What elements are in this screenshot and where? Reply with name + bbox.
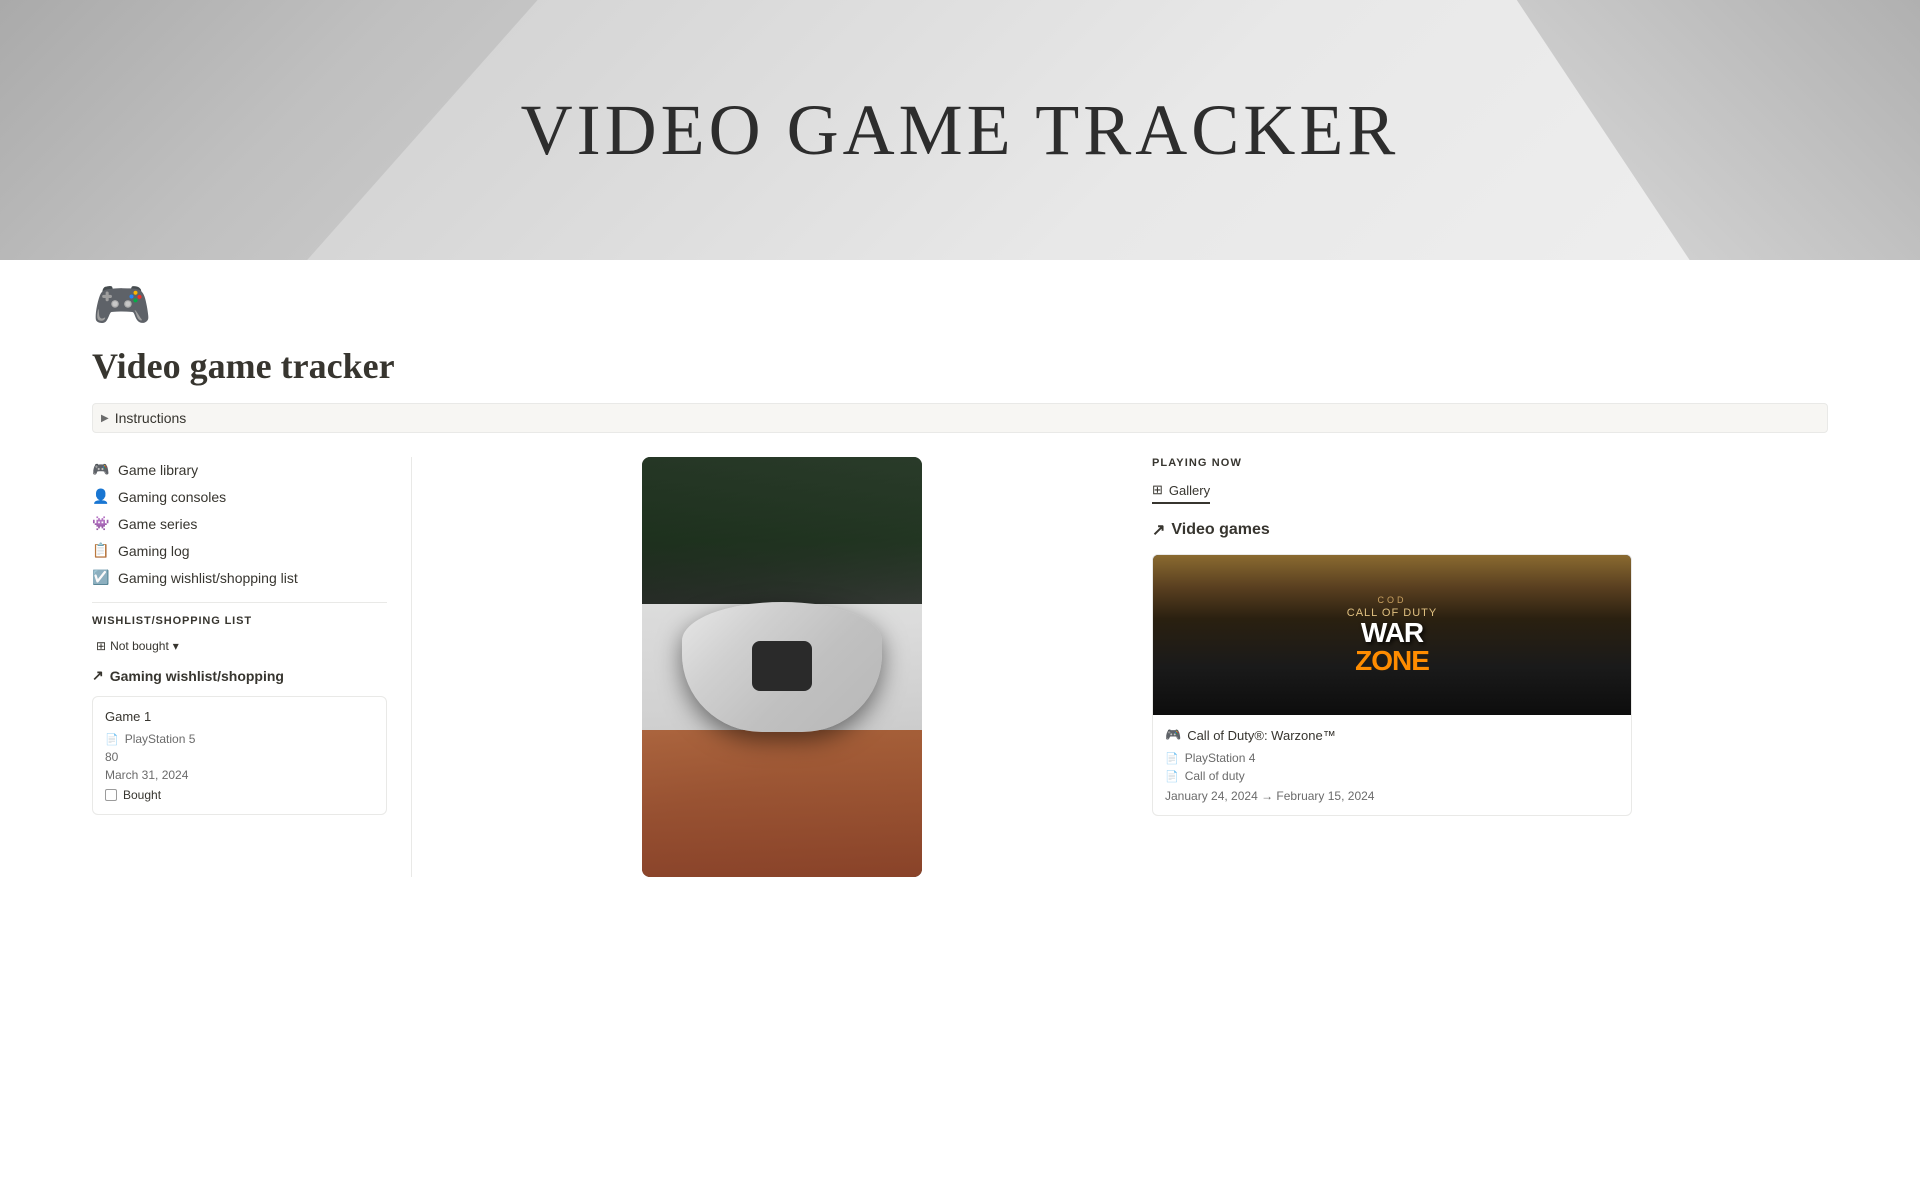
game-series: Call of duty xyxy=(1185,769,1245,783)
game-name-row: 🎮 Call of Duty®: Warzone™ xyxy=(1165,727,1619,743)
nav-label-game-library: Game library xyxy=(118,462,198,478)
warzone-title-text: COD CALL OF DUTY WAR ZONE xyxy=(1347,595,1437,675)
table-surface xyxy=(642,730,922,877)
game-name: Call of Duty®: Warzone™ xyxy=(1187,728,1336,743)
gaming-wishlist-icon: ☑️ xyxy=(92,569,110,586)
filter-chevron-icon: ▾ xyxy=(173,639,179,653)
hero-title: VIDEO GAME TRACKER xyxy=(521,89,1400,172)
wishlist-section: WISHLIST/SHOPPING LIST ⊞ Not bought ▾ ↗ … xyxy=(92,615,387,815)
zone-label: ZONE xyxy=(1347,647,1437,675)
page-icon: 🎮 xyxy=(92,276,152,333)
card-platform-value: PlayStation 5 xyxy=(125,732,196,746)
gallery-card-body: 🎮 Call of Duty®: Warzone™ 📄 PlayStation … xyxy=(1153,715,1631,815)
wishlist-section-title: WISHLIST/SHOPPING LIST xyxy=(92,615,387,627)
warzone-cover-image: COD CALL OF DUTY WAR ZONE xyxy=(1153,555,1631,715)
video-games-link-label: Video games xyxy=(1171,521,1269,539)
bought-checkbox-row[interactable]: Bought xyxy=(105,788,374,802)
video-games-arrow-icon: ↗ xyxy=(1152,520,1165,540)
gallery-card-warzone[interactable]: COD CALL OF DUTY WAR ZONE 🎮 Call of Duty… xyxy=(1152,554,1632,816)
grid-icon: ⊞ xyxy=(96,639,106,653)
date-range: January 24, 2024 → February 15, 2024 xyxy=(1165,789,1619,803)
filter-label: Not bought xyxy=(110,639,169,653)
war-label: WAR xyxy=(1347,619,1437,647)
cod-label: COD xyxy=(1347,595,1437,605)
arrow-up-right-icon: ↗ xyxy=(92,667,104,684)
page-title: Video game tracker xyxy=(92,345,1828,387)
playing-now-title: PLAYING NOW xyxy=(1152,457,1828,469)
instructions-toggle[interactable]: ▶ Instructions xyxy=(92,403,1828,433)
game-card-title: Game 1 xyxy=(105,709,374,724)
bought-checkbox[interactable] xyxy=(105,789,117,801)
gaming-log-icon: 📋 xyxy=(92,542,110,559)
card-price-value: 80 xyxy=(105,750,118,764)
nav-item-gaming-wishlist[interactable]: ☑️ Gaming wishlist/shopping list xyxy=(92,565,387,590)
nav-label-gaming-wishlist: Gaming wishlist/shopping list xyxy=(118,570,298,586)
gallery-tab[interactable]: ⊞ Gallery xyxy=(1152,482,1210,504)
nav-item-gaming-log[interactable]: 📋 Gaming log xyxy=(92,538,387,563)
warzone-background: COD CALL OF DUTY WAR ZONE xyxy=(1153,555,1631,715)
doc-icon: 📄 xyxy=(105,733,119,746)
card-date-field: March 31, 2024 xyxy=(105,768,374,782)
platform-detail-row: 📄 PlayStation 4 xyxy=(1165,751,1619,765)
nav-label-gaming-consoles: Gaming consoles xyxy=(118,489,226,505)
wishlist-link-label: Gaming wishlist/shopping xyxy=(110,668,284,684)
page-icon-area: 🎮 xyxy=(0,260,1920,337)
nav-item-gaming-consoles[interactable]: 👤 Gaming consoles xyxy=(92,484,387,509)
series-doc-icon: 📄 xyxy=(1165,770,1179,783)
nav-item-game-series[interactable]: 👾 Game series xyxy=(92,511,387,536)
left-nav: 🎮 Game library 👤 Gaming consoles 👾 Game … xyxy=(92,457,412,877)
instructions-label: Instructions xyxy=(115,410,187,426)
content-grid: 🎮 Game library 👤 Gaming consoles 👾 Game … xyxy=(92,457,1828,877)
center-image-area xyxy=(444,457,1120,877)
gallery-tab-label: Gallery xyxy=(1169,483,1210,498)
nav-divider xyxy=(92,602,387,603)
gallery-grid-icon: ⊞ xyxy=(1152,482,1163,498)
series-detail-row: 📄 Call of duty xyxy=(1165,769,1619,783)
toggle-arrow-icon: ▶ xyxy=(101,413,109,424)
video-games-link[interactable]: ↗ Video games xyxy=(1152,520,1828,540)
game-library-icon: 🎮 xyxy=(92,461,110,478)
game-platform: PlayStation 4 xyxy=(1185,751,1256,765)
wishlist-shopping-link[interactable]: ↗ Gaming wishlist/shopping xyxy=(92,667,387,684)
controller-visual xyxy=(682,602,882,732)
main-content: Video game tracker ▶ Instructions 🎮 Game… xyxy=(0,337,1920,917)
card-date-value: March 31, 2024 xyxy=(105,768,188,782)
right-panel: PLAYING NOW ⊞ Gallery ↗ Video games COD … xyxy=(1152,457,1828,877)
nav-item-game-library[interactable]: 🎮 Game library xyxy=(92,457,387,482)
nav-label-gaming-log: Gaming log xyxy=(118,543,190,559)
card-platform-field: 📄 PlayStation 5 xyxy=(105,732,374,746)
hero-banner: VIDEO GAME TRACKER xyxy=(0,0,1920,260)
game-series-icon: 👾 xyxy=(92,515,110,532)
platform-doc-icon: 📄 xyxy=(1165,752,1179,765)
bought-label: Bought xyxy=(123,788,161,802)
nav-label-game-series: Game series xyxy=(118,516,197,532)
game-controller-icon: 🎮 xyxy=(1165,727,1181,743)
game-card-1[interactable]: Game 1 📄 PlayStation 5 80 March 31, 2024… xyxy=(92,696,387,815)
not-bought-filter[interactable]: ⊞ Not bought ▾ xyxy=(92,637,183,655)
controller-image xyxy=(642,457,922,877)
gaming-consoles-icon: 👤 xyxy=(92,488,110,505)
card-price-field: 80 xyxy=(105,750,374,764)
